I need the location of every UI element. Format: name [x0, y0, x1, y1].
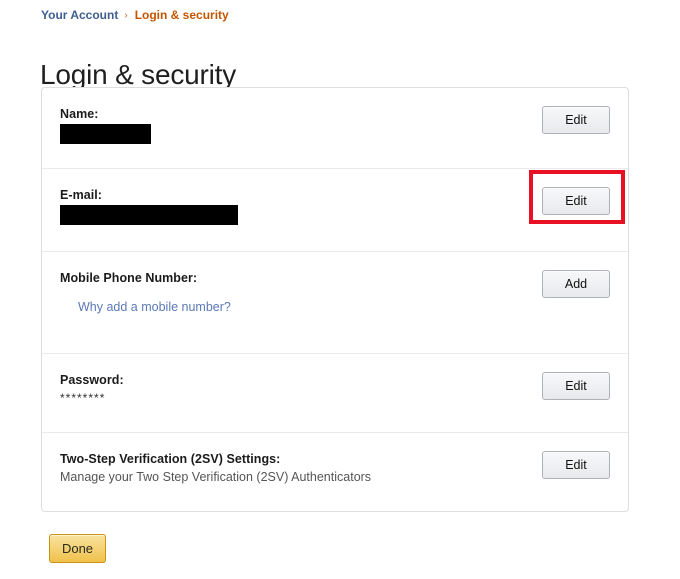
- row-name-label: Name:: [60, 107, 99, 121]
- row-mobile-phone-action-slot: Add: [542, 270, 610, 298]
- add-mobile-phone-button[interactable]: Add: [542, 270, 610, 298]
- row-email: E-mail: Edit: [42, 169, 628, 252]
- row-email-value-redacted: [60, 205, 238, 225]
- row-password: Password: ******** Edit: [42, 354, 628, 433]
- login-security-card: Name: Edit E-mail: Edit Mobile Phone Num…: [41, 87, 629, 512]
- row-two-step-verification: Two-Step Verification (2SV) Settings: Ma…: [42, 433, 628, 511]
- edit-email-button[interactable]: Edit: [542, 187, 610, 215]
- row-two-step-verification-action-slot: Edit: [542, 451, 610, 479]
- row-password-action-slot: Edit: [542, 372, 610, 400]
- row-name: Name: Edit: [42, 88, 628, 169]
- why-add-mobile-number-link[interactable]: Why add a mobile number?: [78, 299, 231, 315]
- row-password-label: Password:: [60, 373, 124, 387]
- row-password-body: Password: ********: [60, 372, 518, 405]
- breadcrumb-current-login-security: Login & security: [134, 8, 229, 22]
- row-email-body: E-mail:: [60, 187, 518, 225]
- row-email-action-slot: Edit: [542, 187, 610, 215]
- edit-password-button[interactable]: Edit: [542, 372, 610, 400]
- breadcrumb-separator-icon: ›: [124, 10, 128, 21]
- row-name-value-redacted: [60, 124, 151, 144]
- row-mobile-phone-body: Mobile Phone Number: Why add a mobile nu…: [60, 270, 518, 316]
- row-mobile-phone-label: Mobile Phone Number:: [60, 271, 198, 285]
- row-password-masked-value: ********: [60, 391, 106, 405]
- breadcrumb-link-your-account[interactable]: Your Account: [41, 8, 118, 22]
- row-two-step-verification-body: Two-Step Verification (2SV) Settings: Ma…: [60, 451, 518, 486]
- row-two-step-verification-label: Two-Step Verification (2SV) Settings:: [60, 452, 281, 466]
- row-two-step-verification-description: Manage your Two Step Verification (2SV) …: [60, 470, 372, 484]
- row-name-body: Name:: [60, 106, 518, 144]
- row-email-label: E-mail:: [60, 188, 103, 202]
- edit-two-step-verification-button[interactable]: Edit: [542, 451, 610, 479]
- breadcrumb: Your Account › Login & security: [41, 8, 229, 24]
- done-button[interactable]: Done: [49, 534, 106, 563]
- edit-name-button[interactable]: Edit: [542, 106, 610, 134]
- row-mobile-phone: Mobile Phone Number: Why add a mobile nu…: [42, 252, 628, 354]
- row-name-action-slot: Edit: [542, 106, 610, 134]
